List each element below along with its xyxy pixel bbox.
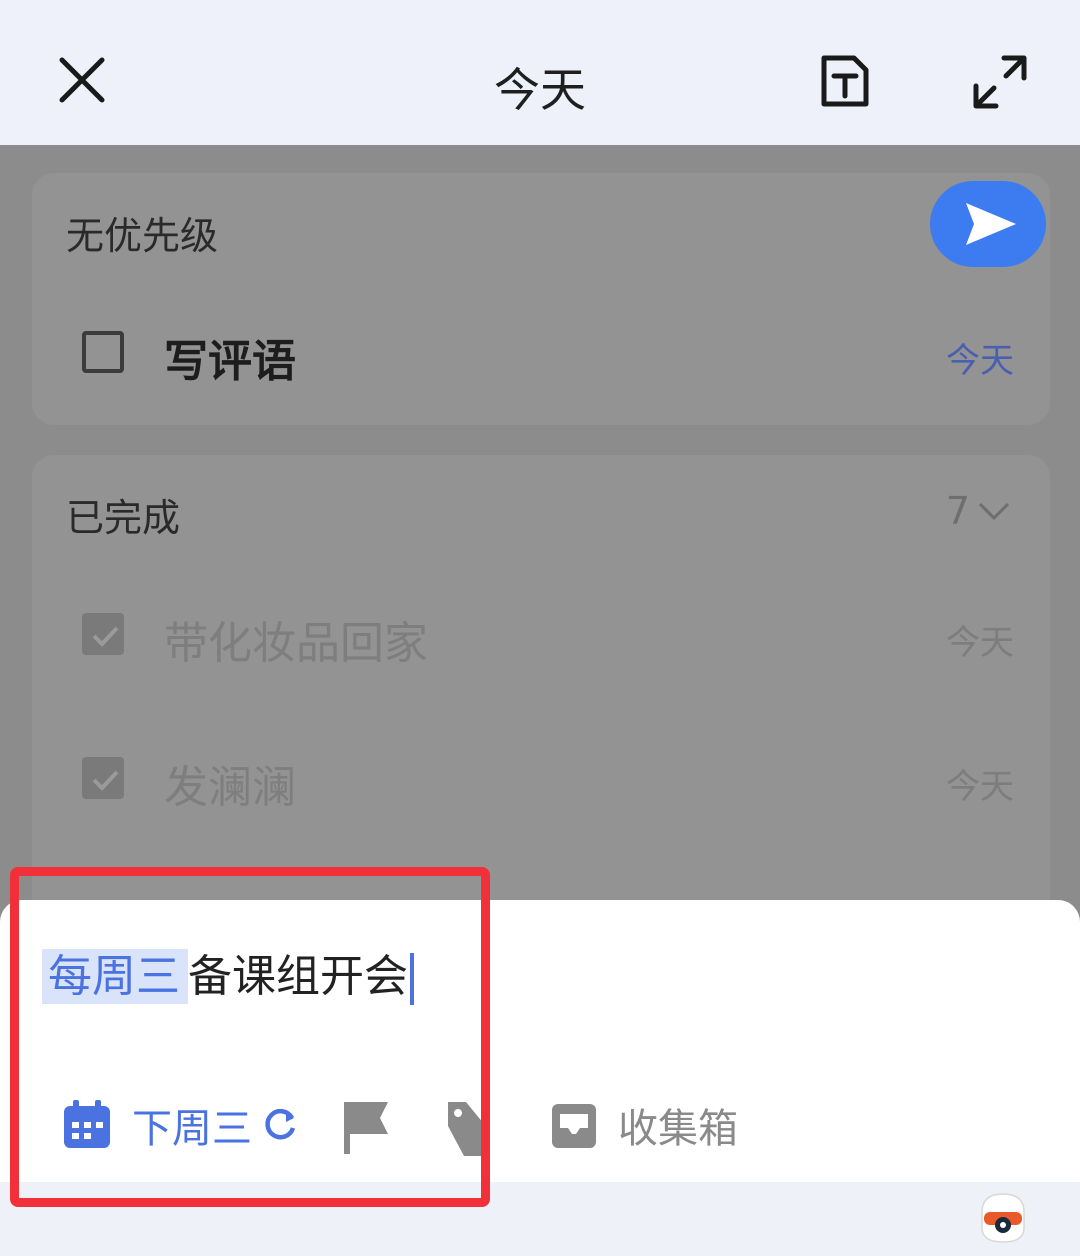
task-title[interactable]: 发澜澜 <box>164 751 296 815</box>
task-title[interactable]: 写评语 <box>164 325 296 389</box>
section-completed: 已完成 7 带化妆品回家 今天 发澜澜 今天 <box>32 455 1050 935</box>
task-date: 今天 <box>946 767 1014 807</box>
inbox-label[interactable]: 收集箱 <box>618 1096 738 1154</box>
text-format-icon[interactable] <box>818 54 872 110</box>
task-date: 今天 <box>946 623 1014 663</box>
expand-icon[interactable] <box>972 54 1028 110</box>
inbox-icon[interactable] <box>550 1102 598 1150</box>
highlight-box <box>10 867 490 1207</box>
task-checkbox-checked[interactable] <box>82 613 124 655</box>
send-button[interactable] <box>930 181 1046 267</box>
chevron-down-icon[interactable] <box>978 501 1010 521</box>
section-count: 7 <box>945 489 970 533</box>
check-icon <box>92 626 119 647</box>
section-title: 已完成 <box>66 496 181 540</box>
page-title: 今天 <box>494 63 586 117</box>
task-checkbox-checked[interactable] <box>82 757 124 799</box>
check-icon <box>92 770 119 791</box>
section-title: 无优先级 <box>66 214 219 258</box>
send-icon <box>966 203 1016 245</box>
section-no-priority: 无优先级 1 写评语 今天 <box>32 173 1050 425</box>
top-bar: 今天 <box>0 0 1080 145</box>
task-checkbox[interactable] <box>82 331 124 373</box>
assistant-mascot-icon[interactable] <box>976 1192 1030 1244</box>
task-date: 今天 <box>946 341 1014 381</box>
task-title[interactable]: 带化妆品回家 <box>164 607 428 671</box>
